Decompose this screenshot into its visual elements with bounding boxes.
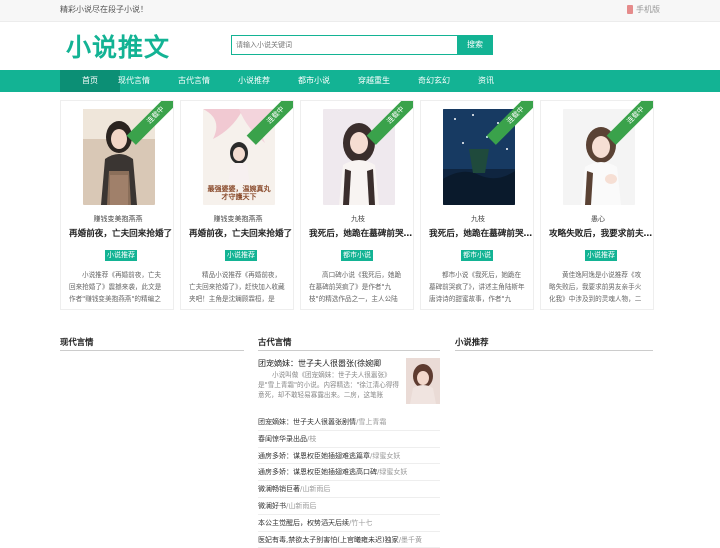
list-item[interactable]: 通房多娇：谋恩权臣她插翅难逃高口碑/绿蜜女妖: [258, 464, 440, 482]
book-summary: 精品小说推荐《再婚前夜，亡夫回来抢婚了》，赶快加入收藏夹吧！主角是沈斓顾霖桓，是: [189, 271, 285, 303]
book-author: 赚钱变美抱燕燕: [93, 215, 143, 223]
list-item[interactable]: 本公主觉醒后，权势滔天后续/竹十七: [258, 515, 440, 532]
category-tag[interactable]: 小说推荐: [225, 250, 257, 261]
nav-item-fantasy[interactable]: 奇幻玄幻: [404, 70, 464, 92]
book-card[interactable]: 连载中 赚钱变美抱燕燕 再婚前夜，亡夫回来抢婚了 小说推荐 小说推荐《再婚前夜，…: [60, 100, 174, 310]
book-card[interactable]: 最强婆婆，温婉真丸才守護天下 连载中 赚钱变美抱燕燕 再婚前夜，亡夫回来抢婚了 …: [180, 100, 294, 310]
ancient-romance-list: 团宠嫡妹：世子夫人很嚣张剧情/雪上青霜 春闺惊华录出品/枝 通房多娇：谋恩权臣她…: [258, 414, 440, 548]
book-summary: 黄佳逸阿逸是小说推荐《攻略失败后，我要求前男友亲手火化我》中涉及到的灵魂人物，二: [549, 271, 642, 303]
main-nav: 首页 现代言情 古代言情 小说推荐 都市小说 穿越重生 奇幻玄幻 资讯: [0, 70, 720, 92]
nav-item-recommend[interactable]: 小说推荐: [224, 70, 284, 92]
list-item[interactable]: 团宠嫡妹：世子夫人很嚣张剧情/雪上青霜: [258, 414, 440, 431]
book-card[interactable]: 连载中 九枝 我死后，她跪在墓碑前哭疯了 都市小说 高口碑小说《我死后，她跪在墓…: [300, 100, 414, 310]
nav-item-time-travel[interactable]: 穿越重生: [344, 70, 404, 92]
book-author: 赚钱变美抱燕燕: [213, 215, 263, 223]
nav-item-ancient-romance[interactable]: 古代言情: [164, 70, 224, 92]
nav-item-urban[interactable]: 都市小说: [284, 70, 344, 92]
book-title[interactable]: 攻略失败后，我要求前夫还债: [549, 227, 653, 239]
category-tag[interactable]: 都市小说: [461, 250, 493, 261]
list-item[interactable]: 微澜好书/山新雨后: [258, 498, 440, 515]
book-summary: 高口碑小说《我死后，她跪在墓碑前哭疯了》是作者"九枝"的精选作品之一，主人公陆: [309, 271, 402, 303]
search-button[interactable]: 搜索: [457, 35, 493, 55]
book-card[interactable]: 连载中 愚心 攻略失败后，我要求前夫还债 小说推荐 黄佳逸阿逸是小说推荐《攻略失…: [540, 100, 654, 310]
top-bar: 精彩小说尽在段子小说！ 手机版: [0, 0, 720, 22]
category-tag[interactable]: 小说推荐: [585, 250, 617, 261]
book-author: 九枝: [351, 215, 365, 223]
book-card[interactable]: 连载中 九枝 我死后，她跪在墓碑前哭疯了 都市小说 都市小说《我死后，她跪在墓碑…: [420, 100, 534, 310]
category-tag[interactable]: 小说推荐: [105, 250, 137, 261]
section-divider: [258, 350, 440, 351]
section-title-recommend[interactable]: 小说推荐: [455, 336, 489, 348]
mobile-version-link[interactable]: 手机版: [627, 4, 660, 15]
section-title-ancient[interactable]: 古代言情: [258, 336, 292, 348]
nav-item-modern-romance[interactable]: 现代言情: [104, 70, 164, 92]
featured-summary: 小说叫做《团宠嫡妹：世子夫人很嚣张》是"雪上青霜"的小说。内容精选："徐江清心得…: [258, 371, 399, 399]
section-title-modern[interactable]: 现代言情: [60, 336, 94, 348]
category-tag[interactable]: 都市小说: [341, 250, 373, 261]
nav-item-news[interactable]: 资讯: [456, 70, 516, 92]
featured-thumbnail[interactable]: [406, 358, 440, 404]
book-author: 愚心: [591, 215, 605, 223]
book-title[interactable]: 再婚前夜，亡夫回来抢婚了: [189, 227, 293, 239]
list-item[interactable]: 微澜畅销巨著/山新雨后: [258, 481, 440, 498]
book-title[interactable]: 我死后，她跪在墓碑前哭疯了: [309, 227, 413, 239]
section-divider: [60, 350, 244, 351]
header: 小说推文 搜索: [0, 22, 720, 70]
featured-article[interactable]: 团宠嫡妹：世子夫人很嚣张(徐婉卿 小说叫做《团宠嫡妹：世子夫人很嚣张》是"雪上青…: [258, 358, 440, 414]
book-title[interactable]: 我死后，她跪在墓碑前哭疯了: [429, 227, 533, 239]
site-logo[interactable]: 小说推文: [66, 28, 170, 64]
phone-icon: [627, 5, 633, 14]
list-item[interactable]: 通房多娇：谋恩权臣她插翅难逃篇章/绿蜜女妖: [258, 448, 440, 465]
cover-text: 最强婆婆，温婉真丸才守護天下: [207, 185, 271, 201]
book-author: 九枝: [471, 215, 485, 223]
book-title[interactable]: 再婚前夜，亡夫回来抢婚了: [69, 227, 173, 239]
site-notice: 精彩小说尽在段子小说！: [60, 5, 148, 14]
section-divider: [455, 350, 653, 351]
search-input[interactable]: [231, 35, 458, 55]
book-summary: 小说推荐《再婚前夜，亡夫回来抢婚了》震撼来袭，此文是作者"赚钱变美抱燕燕"的精编…: [69, 271, 162, 303]
mobile-version-label: 手机版: [636, 5, 660, 14]
book-summary: 都市小说《我死后，她跪在墓碑前哭疯了》，讲述主角陆斯年唐诗诗的甜蜜故事，作者"九: [429, 271, 525, 303]
list-item[interactable]: 春闺惊华录出品/枝: [258, 431, 440, 448]
featured-books: 连载中 赚钱变美抱燕燕 再婚前夜，亡夫回来抢婚了 小说推荐 小说推荐《再婚前夜，…: [60, 100, 654, 312]
